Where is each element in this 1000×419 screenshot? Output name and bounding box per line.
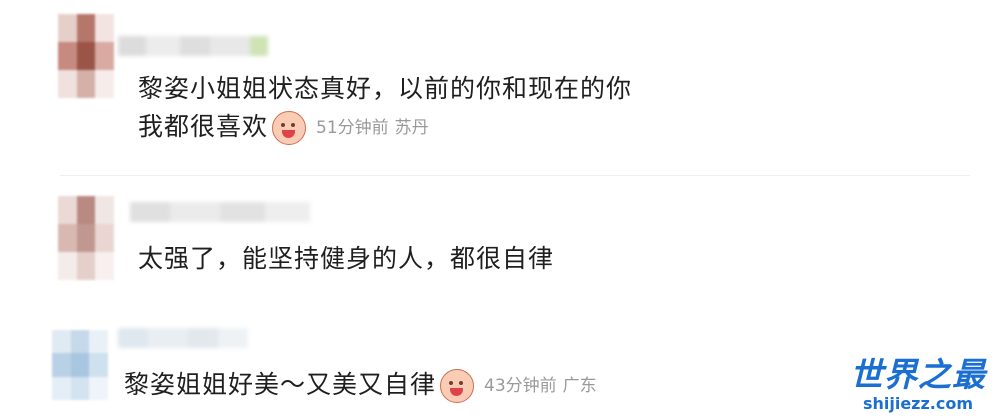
comment-meta: 43分钟前 广东: [440, 367, 597, 405]
comment-item-1: 黎姿小姐姐状态真好，以前的你和现在的你 我都很喜欢 51分钟前 苏丹: [0, 0, 1000, 175]
comment-text: 黎姿小姐姐状态真好，以前的你和现在的你 我都很喜欢 51分钟前 苏丹: [138, 70, 632, 147]
comment-text: 太强了，能坚持健身的人，都很自律: [138, 240, 554, 278]
comment-text-content: 黎姿姐姐好美～又美又自律: [124, 370, 437, 399]
comment-meta: 51分钟前 苏丹: [272, 109, 429, 147]
comment-time: 51分钟前: [316, 118, 389, 138]
comment-item-2: 太强了，能坚持健身的人，都很自律: [0, 176, 1000, 316]
comment-text-line: 黎姿小姐姐状态真好，以前的你和现在的你: [138, 74, 633, 103]
username-blurred[interactable]: [118, 328, 248, 348]
laughing-emoji-icon: [272, 111, 307, 145]
avatar[interactable]: [52, 330, 108, 400]
watermark-url: shijiezz.com: [862, 394, 974, 413]
username-blurred[interactable]: [130, 202, 310, 222]
comment-location: 广东: [562, 376, 597, 396]
watermark-logo: 世界之最 shijiezz.com: [850, 355, 986, 413]
comment-text-line: 我都很喜欢 51分钟前 苏丹: [138, 108, 632, 147]
watermark-title: 世界之最: [850, 355, 986, 394]
avatar[interactable]: [58, 196, 114, 280]
comment-text: 黎姿姐姐好美～又美又自律 43分钟前 广东: [124, 366, 597, 405]
comment-text-line: 太强了，能坚持健身的人，都很自律: [138, 244, 555, 273]
username-blurred[interactable]: [118, 36, 268, 56]
laughing-emoji-icon: [440, 369, 475, 403]
comment-text-line: 黎姿姐姐好美～又美又自律 43分钟前 广东: [124, 366, 597, 405]
avatar[interactable]: [58, 14, 114, 98]
comment-location: 苏丹: [394, 118, 429, 138]
comment-text-continued: 我都很喜欢: [138, 112, 269, 141]
comment-time: 43分钟前: [484, 376, 557, 396]
